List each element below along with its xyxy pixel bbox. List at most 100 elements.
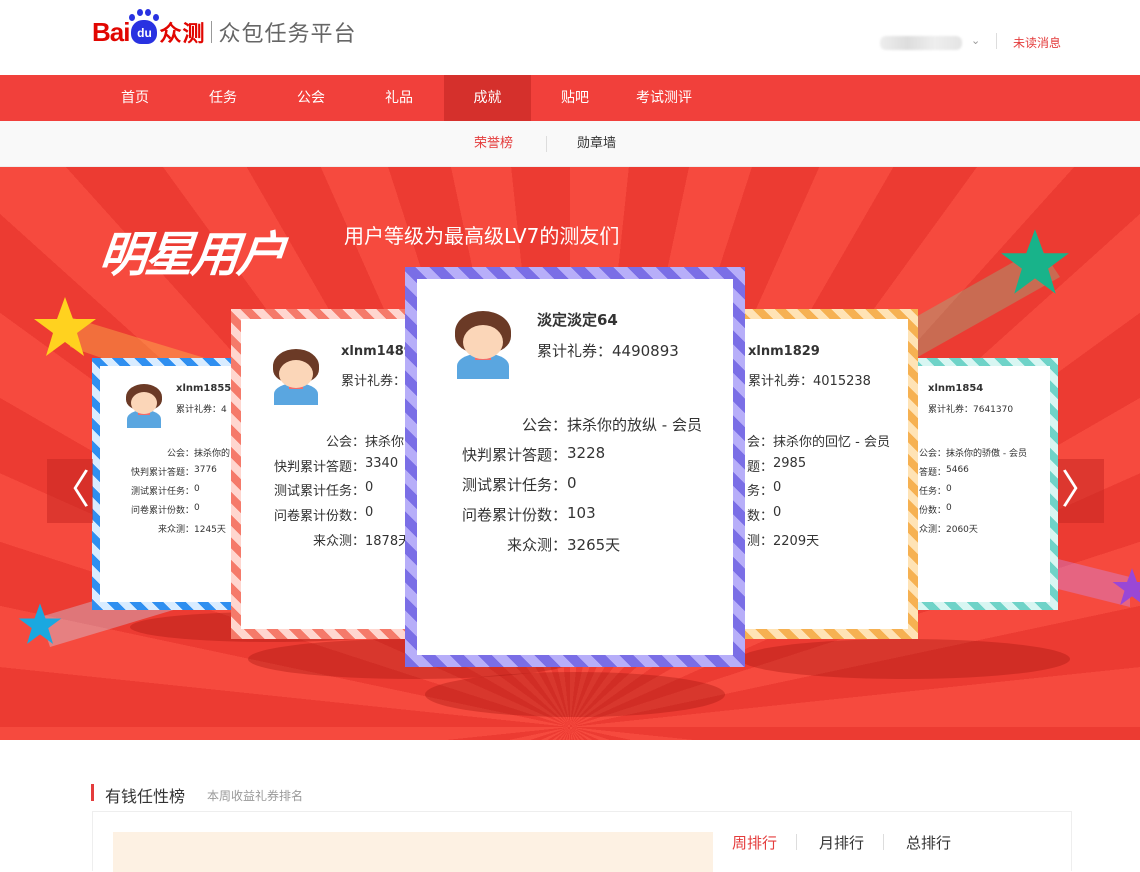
tab-medal-wall[interactable]: 勋章墙 [577,121,616,167]
guild-label: 公会： [325,435,365,450]
ranking-panel [113,832,713,872]
survey-label: 问卷累计份数： [461,506,567,524]
guild-value: 抹杀你的放纵 - 会员 [567,416,702,434]
nav-item-home[interactable]: 首页 [100,75,170,121]
survey-value: 0 [946,503,952,513]
tab-weekly-rank[interactable]: 周排行 [732,832,777,853]
quick-label: 快判累计答题： [130,468,194,478]
nav-item-tieba[interactable]: 贴吧 [540,75,610,121]
nav-item-exam[interactable]: 考试测评 [628,75,700,121]
nav-item-guild[interactable]: 公会 [276,75,346,121]
user-avatar [124,384,164,428]
nav-item-tasks[interactable]: 任务 [188,75,258,121]
card-shadow [425,672,725,717]
quick-value: 2985 [773,456,807,471]
guild-label: 公会： [166,449,194,459]
user-card-left[interactable]: xlnm1489 累计礼券： 公会： 抹杀你 快判累计答题： 3340 测试累计… [231,309,431,639]
user-coupon: 累计礼券：4490893 [537,342,679,360]
card-shadow [740,639,1070,679]
test-value: 0 [946,484,952,494]
section-marker [91,784,94,801]
user-coupon: 累计礼券：7641370 [928,405,1014,415]
paw-dot [145,9,152,16]
guild-value: 抹杀你的 [194,449,231,459]
logo-divider [211,21,213,43]
test-value: 0 [567,474,577,492]
guild-value: 抹杀你的回忆 - 会员 [773,435,890,450]
quick-label: 快判累计答题： [273,460,365,475]
tab-total-rank[interactable]: 总排行 [906,832,951,853]
quick-value: 5466 [946,465,969,475]
test-label: 测试累计任务： [273,484,365,499]
user-name: xlnm1489 [341,344,413,359]
nav-item-achievements[interactable]: 成就 [444,75,531,121]
survey-value: 103 [567,504,596,522]
survey-value: 0 [773,505,782,520]
days-value: 1245天 [194,525,226,535]
user-coupon: 累计礼券：4 [176,405,227,415]
tab-honor-board[interactable]: 荣誉榜 [474,121,513,167]
star-users-banner: 明星用户 用户等级为最高级LV7的测友们 xlnm1855 累计礼券：4 公会：… [0,167,1140,740]
header-divider [996,33,997,49]
quick-value: 3228 [567,444,606,462]
tab-divider [796,834,797,850]
quick-value: 3776 [194,465,217,475]
guild-value: 抹杀你的骄傲 - 会员 [946,449,1027,459]
test-label: 测试累计任务： [461,476,567,494]
ranking-subtitle: 本周收益礼券排名 [207,789,304,803]
user-avatar [271,349,321,405]
paw-dot [137,9,144,16]
days-label: 来众测： [312,534,365,549]
logo-zhongce-text: 众测 [159,22,206,47]
nav-item-gifts[interactable]: 礼品 [364,75,434,121]
user-name: xlnm1854 [928,383,984,394]
blue-star-icon [18,603,62,644]
user-coupon: 累计礼券：4015238 [748,374,871,389]
days-value: 3265天 [567,536,621,554]
quick-label: 快判累计答题： [461,446,567,464]
user-name: xlnm1855 [176,383,232,394]
tab-divider [883,834,884,850]
carousel-prev-button[interactable]: 〈 [47,459,93,523]
test-value: 0 [365,480,374,495]
purple-star-icon [1112,568,1140,606]
guild-value: 抹杀你 [365,435,405,450]
days-label: 来众测： [157,525,194,535]
days-value: 2209天 [773,534,820,549]
green-star-icon [1001,229,1069,294]
user-avatar [453,311,513,379]
sub-nav: 荣誉榜 勋章墙 [0,121,1140,167]
banner-subtitle: 用户等级为最高级LV7的测友们 [344,224,620,248]
banner-title: 明星用户 [96,227,287,283]
user-coupon: 累计礼券： [341,374,407,389]
tab-monthly-rank[interactable]: 月排行 [819,832,864,853]
logo-subtitle: 众包任务平台 [218,22,357,47]
logo-bai-text: Bai [92,16,130,47]
baidu-zhongce-logo[interactable]: Bai du 众测 众包任务平台 [92,9,357,52]
survey-value: 0 [194,503,200,513]
days-label: 来众测： [506,536,567,554]
test-value: 0 [194,484,200,494]
carousel-next-button[interactable]: 〉 [1058,459,1104,523]
yellow-star-icon [34,297,96,356]
subnav-divider [546,136,547,152]
survey-value: 0 [365,505,374,520]
username-blurred[interactable] [880,36,962,50]
main-nav: 首页 任务 公会 礼品 成就 贴吧 考试测评 [0,75,1140,121]
quick-value: 3340 [365,456,399,471]
user-card-center[interactable]: 淡定淡定64 累计礼券：4490893 公会： 抹杀你的放纵 - 会员 快判累计… [405,267,745,667]
ranking-title: 有钱任性榜 [105,787,186,806]
site-header: Bai du 众测 众包任务平台 ⌄ 未读消息 [0,0,1140,75]
logo-paw-icon: du [129,9,160,44]
user-name: 淡定淡定64 [537,311,618,329]
paw-dot [129,14,136,21]
user-card-right[interactable]: xlnm1829 累计礼券：4015238 会： 抹杀你的回忆 - 会员 题： … [720,309,918,639]
test-label: 测试累计任务： [130,487,194,497]
guild-label: 公会： [521,416,567,434]
user-name: xlnm1829 [748,344,820,359]
survey-label: 问卷累计份数： [130,506,194,516]
survey-label: 问卷累计份数： [273,509,365,524]
test-value: 0 [773,480,782,495]
unread-messages-link[interactable]: 未读消息 [1013,34,1061,51]
chevron-down-icon[interactable]: ⌄ [971,34,980,47]
